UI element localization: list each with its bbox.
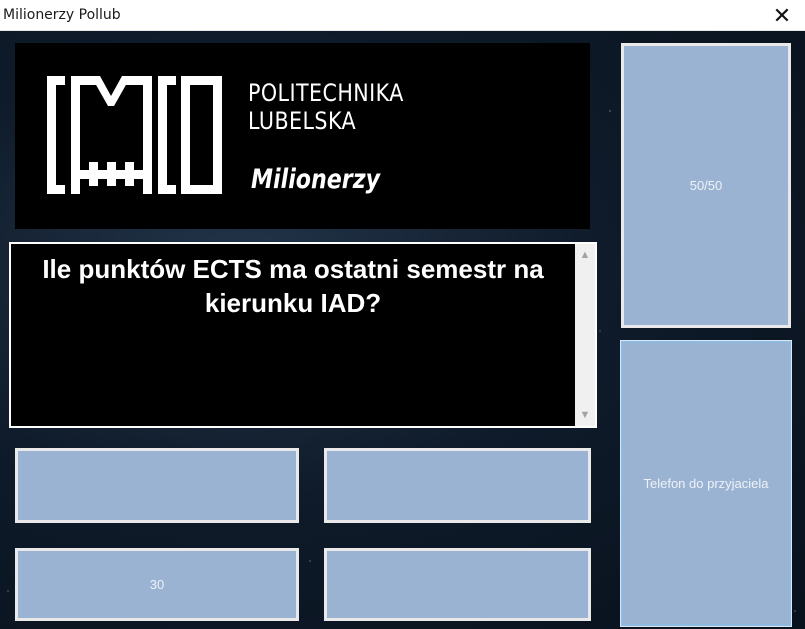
logo-panel: POLITECHNIKA LUBELSKA Milionerzy <box>15 43 590 229</box>
answer-c-label: 30 <box>149 577 165 592</box>
game-area: POLITECHNIKA LUBELSKA Milionerzy Ile pun… <box>0 31 805 629</box>
university-name: POLITECHNIKA LUBELSKA <box>248 79 404 135</box>
title-bar: Milionerzy Pollub ✕ <box>0 0 805 31</box>
window-title: Milionerzy Pollub <box>3 7 121 23</box>
answer-c-button[interactable]: 30 <box>15 548 299 621</box>
phone-a-friend-button[interactable]: Telefon do przyjaciela <box>620 340 792 627</box>
scroll-up-arrow-icon[interactable]: ▲ <box>575 246 595 264</box>
politechnika-logo-icon <box>47 76 222 194</box>
game-brand: Milionerzy <box>251 164 381 195</box>
fifty-fifty-button[interactable]: 50/50 <box>621 43 791 328</box>
answer-a-button[interactable] <box>15 448 299 523</box>
close-icon: ✕ <box>772 2 792 28</box>
question-text: Ile punktów ECTS ma ostatni semestr na k… <box>42 254 544 318</box>
university-name-line1: POLITECHNIKA <box>248 79 404 107</box>
phone-a-friend-label: Telefon do przyjaciela <box>643 476 769 491</box>
question-scrollbar[interactable]: ▲ ▼ <box>575 244 595 426</box>
question-box: Ile punktów ECTS ma ostatni semestr na k… <box>9 242 597 428</box>
answer-b-button[interactable] <box>324 448 591 523</box>
answer-d-button[interactable] <box>324 548 591 621</box>
university-name-line2: LUBELSKA <box>248 107 357 135</box>
close-button[interactable]: ✕ <box>759 0 805 31</box>
fifty-fifty-label: 50/50 <box>689 178 723 193</box>
scroll-down-arrow-icon[interactable]: ▼ <box>575 406 595 424</box>
